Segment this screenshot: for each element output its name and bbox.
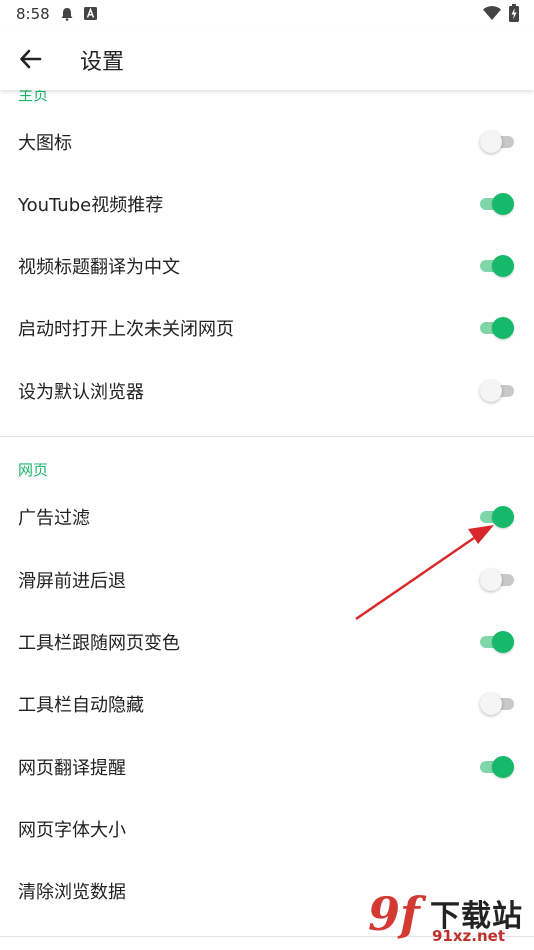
notification-bell-icon: [61, 8, 73, 21]
app-bar: 设置: [0, 28, 534, 90]
setting-ad-filter[interactable]: 广告过滤: [0, 486, 534, 548]
toggle-switch[interactable]: [480, 317, 514, 339]
settings-list[interactable]: 主页 大图标 YouTube视频推荐 视频标题翻译为中文 启动时打开上次未关闭网…: [0, 90, 534, 950]
watermark-url: 91xz.net: [432, 927, 506, 945]
toggle-switch[interactable]: [480, 506, 514, 528]
setting-restore-tabs[interactable]: 启动时打开上次未关闭网页: [0, 297, 534, 359]
setting-label: 设为默认浏览器: [18, 382, 144, 403]
battery-charging-icon: [509, 4, 519, 22]
setting-label: 大图标: [18, 133, 72, 154]
setting-label: 工具栏自动隐藏: [18, 695, 144, 716]
setting-label: YouTube视频推荐: [18, 195, 164, 216]
status-bar: 8:58: [0, 0, 534, 28]
setting-toolbar-auto-hide[interactable]: 工具栏自动隐藏: [0, 673, 534, 735]
page-title: 设置: [80, 50, 125, 75]
setting-label: 清除浏览数据: [18, 882, 126, 903]
wifi-icon: [483, 6, 501, 20]
toggle-switch[interactable]: [480, 131, 514, 153]
setting-translate-video-titles[interactable]: 视频标题翻译为中文: [0, 235, 534, 297]
toggle-switch[interactable]: [480, 255, 514, 277]
toggle-switch[interactable]: [480, 193, 514, 215]
setting-label: 滑屏前进后退: [18, 571, 126, 592]
setting-label: 启动时打开上次未关闭网页: [18, 319, 234, 340]
setting-youtube-recommend[interactable]: YouTube视频推荐: [0, 173, 534, 235]
watermark: 9f 下载站 91xz.net: [360, 885, 534, 950]
setting-default-browser[interactable]: 设为默认浏览器: [0, 360, 534, 422]
setting-translate-reminder[interactable]: 网页翻译提醒: [0, 736, 534, 798]
arrow-left-icon[interactable]: [16, 44, 46, 74]
section-header-home: 主页: [18, 90, 49, 104]
section-divider: [0, 436, 534, 437]
toggle-switch[interactable]: [480, 756, 514, 778]
section-header-web: 网页: [18, 461, 49, 479]
setting-label: 网页翻译提醒: [18, 758, 126, 779]
toggle-switch[interactable]: [480, 631, 514, 653]
setting-label: 工具栏跟随网页变色: [18, 633, 180, 654]
setting-swipe-navigation[interactable]: 滑屏前进后退: [0, 549, 534, 611]
setting-label: 广告过滤: [18, 508, 90, 529]
app-a-icon: [84, 7, 97, 20]
toggle-switch[interactable]: [480, 693, 514, 715]
setting-toolbar-color-follow[interactable]: 工具栏跟随网页变色: [0, 611, 534, 673]
setting-label: 视频标题翻译为中文: [18, 257, 180, 278]
setting-label: 网页字体大小: [18, 820, 126, 841]
status-time: 8:58: [16, 5, 50, 23]
setting-large-icons[interactable]: 大图标: [0, 111, 534, 173]
toggle-switch[interactable]: [480, 569, 514, 591]
watermark-logo: 9f: [368, 887, 420, 941]
toggle-switch[interactable]: [480, 380, 514, 402]
setting-font-size[interactable]: 网页字体大小: [0, 798, 534, 860]
